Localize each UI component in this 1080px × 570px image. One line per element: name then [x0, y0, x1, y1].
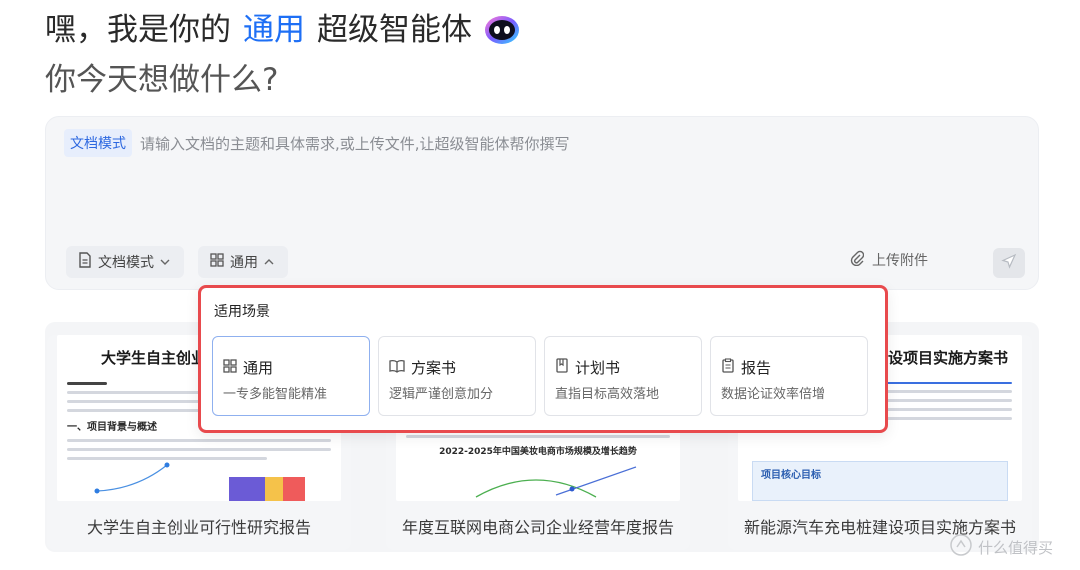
- chevron-up-icon: [264, 254, 274, 270]
- send-icon: [1001, 253, 1017, 273]
- composer: 文档模式 请输入文档的主题和具体需求,或上传文件,让超级智能体帮你撰写 文档模式…: [45, 116, 1039, 290]
- scene-button-label: 通用: [230, 255, 258, 271]
- notebook-icon: [555, 358, 569, 377]
- dropdown-title: 适用场景: [214, 304, 270, 320]
- scene-option-report[interactable]: 报告 数据论证效率倍增: [710, 336, 868, 416]
- scene-dropdown-menu: 适用场景 通用 一专多能智能精准 方案书 逻辑严谨创意加分 计划书 直指目标高效…: [198, 285, 888, 433]
- subtitle: 你今天想做什么?: [45, 62, 279, 98]
- scene-dropdown-button[interactable]: 通用: [198, 246, 288, 278]
- hero: 嘿，我是你的 通用 超级智能体 你今天想做什么?: [45, 8, 520, 102]
- option-label: 通用: [243, 359, 274, 377]
- option-desc: 一专多能智能精准: [223, 387, 328, 402]
- send-button[interactable]: [993, 248, 1025, 278]
- option-label: 报告: [741, 359, 772, 377]
- grid-icon: [210, 253, 224, 271]
- greeting: 嘿，我是你的 通用 超级智能体: [45, 8, 520, 52]
- option-label: 方案书: [411, 359, 457, 377]
- greeting-accent: 通用: [243, 12, 305, 48]
- clipboard-icon: [721, 358, 735, 377]
- prompt-input[interactable]: 请输入文档的主题和具体需求,或上传文件,让超级智能体帮你撰写: [140, 133, 570, 154]
- book-icon: [389, 359, 405, 377]
- watermark: 什么值得买: [950, 534, 1053, 560]
- scene-option-general[interactable]: 通用 一专多能智能精准: [212, 336, 370, 416]
- greeting-prefix: 嘿，我是你的: [45, 12, 231, 48]
- chevron-down-icon: [160, 254, 170, 270]
- option-desc: 逻辑严谨创意加分: [389, 387, 494, 402]
- preview-section: 项目核心目标: [761, 470, 821, 481]
- document-icon: [78, 252, 92, 272]
- option-desc: 直指目标高效落地: [555, 387, 660, 402]
- paperclip-icon: [850, 250, 865, 270]
- watermark-logo-icon: [950, 534, 972, 560]
- template-label: 年度互联网电商公司企业经营年度报告: [401, 518, 674, 537]
- option-label: 计划书: [575, 359, 621, 377]
- mode-button-label: 文档模式: [98, 255, 154, 271]
- grid-icon: [223, 358, 237, 377]
- watermark-text: 什么值得买: [978, 538, 1054, 557]
- scene-option-proposal[interactable]: 方案书 逻辑严谨创意加分: [378, 336, 536, 416]
- upload-attachment-button[interactable]: 上传附件: [850, 250, 928, 270]
- template-label: 大学生自主创业可行性研究报告: [86, 518, 311, 537]
- upload-label: 上传附件: [872, 253, 928, 269]
- scene-option-plan[interactable]: 计划书 直指目标高效落地: [544, 336, 702, 416]
- mode-chip[interactable]: 文档模式: [64, 129, 132, 157]
- greeting-suffix: 超级智能体: [317, 12, 472, 48]
- mascot-icon: [484, 14, 520, 46]
- option-desc: 数据论证效率倍增: [721, 387, 826, 402]
- mode-dropdown-button[interactable]: 文档模式: [66, 246, 184, 278]
- preview-section: 2022-2025年中国美妆电商市场规模及增长趋势: [439, 447, 637, 457]
